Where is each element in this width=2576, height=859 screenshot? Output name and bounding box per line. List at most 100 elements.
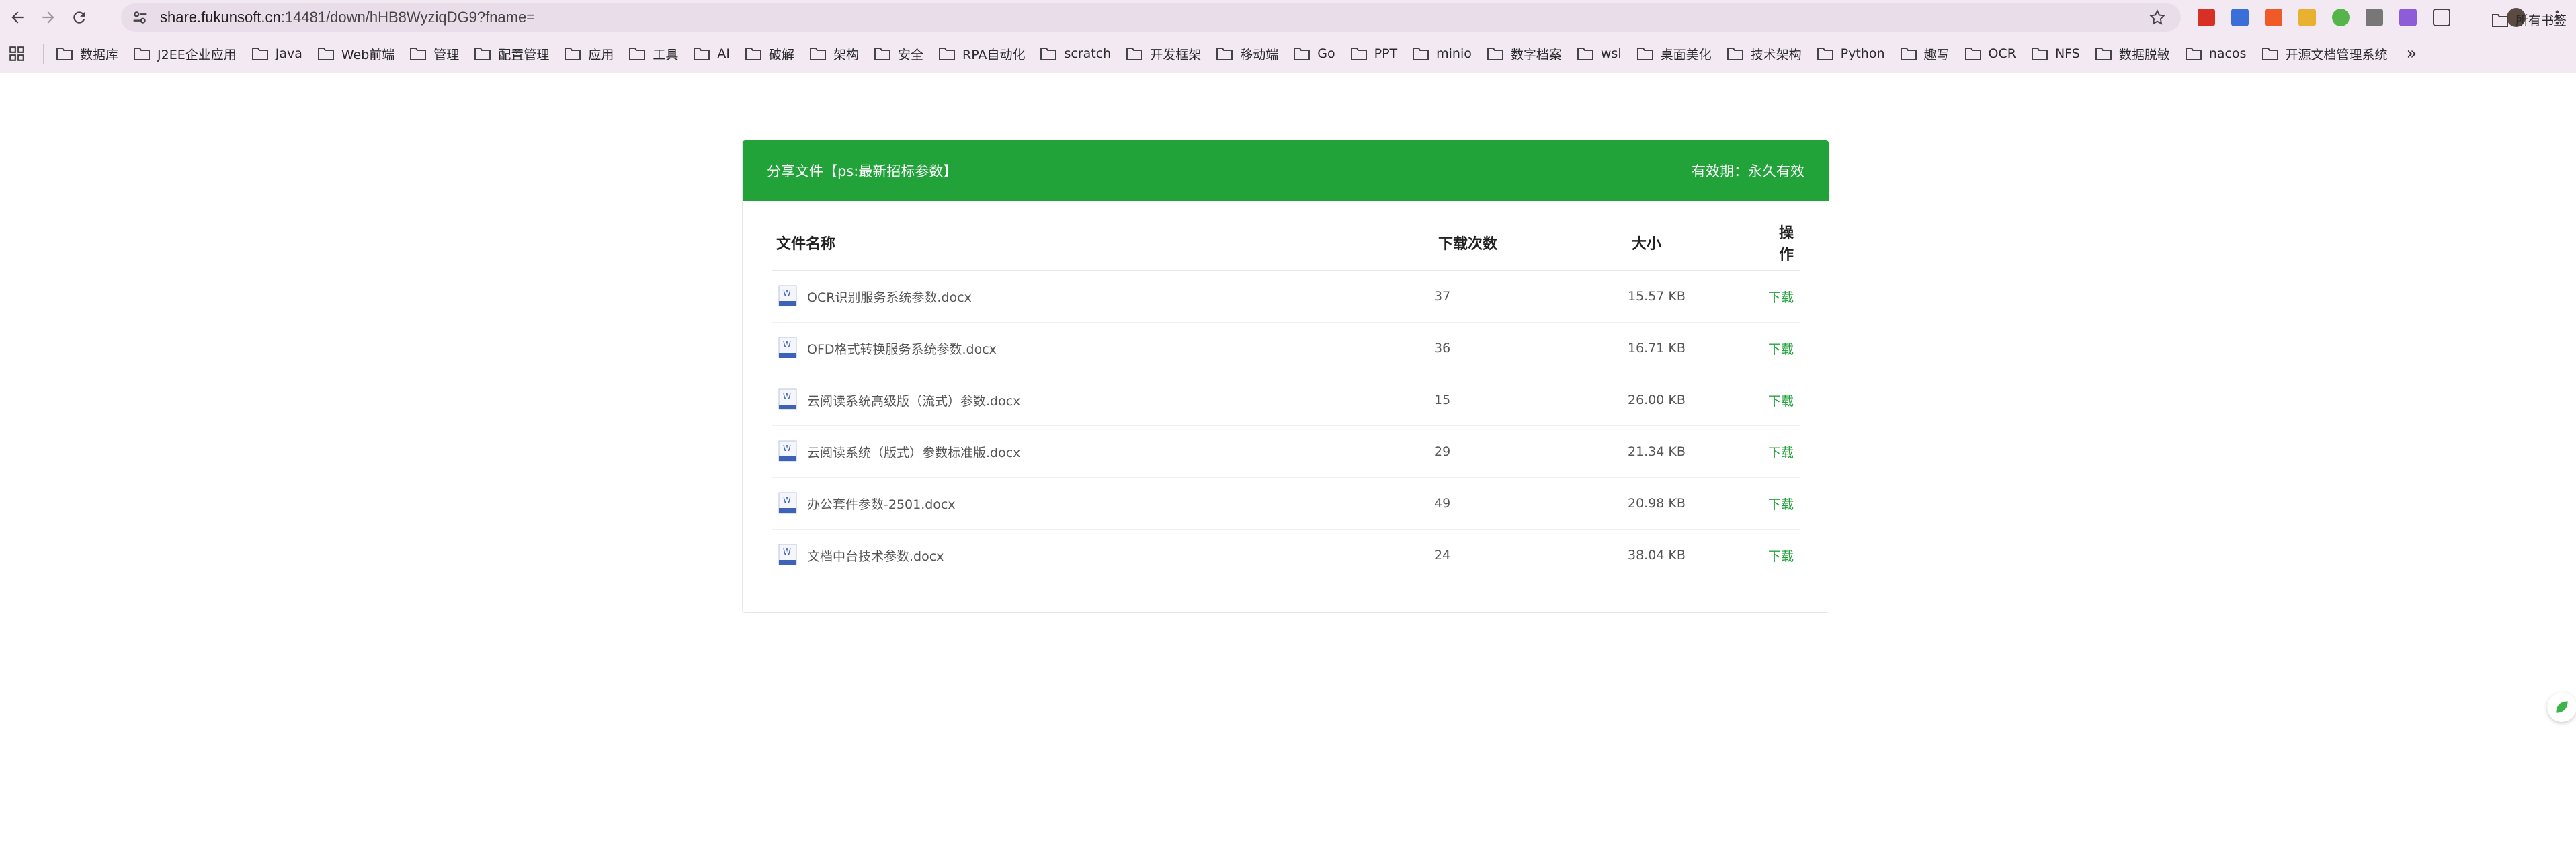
folder-icon	[2491, 13, 2508, 27]
file-name[interactable]: OCR识别服务系统参数.docx	[807, 288, 972, 306]
bookmark-folder[interactable]: 工具	[628, 45, 678, 63]
svg-text:W: W	[783, 340, 791, 350]
puzzle-icon[interactable]	[2433, 9, 2450, 26]
bookmark-folder[interactable]: Java	[251, 46, 302, 61]
bookmark-folder[interactable]: 移动端	[1216, 45, 1278, 63]
file-name-cell: W 云阅读系统高级版（流式）参数.docx	[772, 388, 1434, 411]
word-doc-icon: W	[778, 492, 797, 514]
download-link[interactable]: 下载	[1768, 342, 1794, 357]
download-cell: 下载	[1762, 391, 1800, 409]
folder-icon	[745, 48, 761, 60]
arrow-right-icon	[42, 11, 54, 24]
bookmark-folder[interactable]: 技术架构	[1727, 45, 1802, 63]
reload-button[interactable]	[66, 4, 93, 31]
bookmark-folder[interactable]: 数据脱敏	[2095, 45, 2170, 63]
folder-icon	[694, 48, 710, 60]
bookmark-label: 应用	[588, 47, 614, 63]
bookmark-folder[interactable]: 趣写	[1900, 45, 1950, 63]
file-name[interactable]: 文档中台技术参数.docx	[807, 546, 944, 565]
table-header: 文件名称 下载次数 大小 操作	[772, 216, 1800, 271]
download-cell: 下载	[1762, 546, 1800, 565]
bookmark-separator	[43, 44, 44, 64]
bookmark-folder[interactable]: 开发框架	[1126, 45, 1201, 63]
all-bookmarks[interactable]: 所有书签	[2491, 11, 2567, 29]
extension-blue-icon[interactable]	[2231, 9, 2249, 26]
download-link[interactable]: 下载	[1768, 549, 1794, 564]
extension-bookmark-icon[interactable]	[2265, 9, 2282, 26]
table-row: W OFD格式转换服务系统参数.docx 36 16.71 KB 下载	[772, 323, 1800, 374]
bookmark-folder[interactable]: RPA自动化	[938, 45, 1025, 63]
bookmark-folder[interactable]: OCR	[1964, 46, 2016, 61]
download-link[interactable]: 下载	[1768, 497, 1794, 512]
folder-icon	[1413, 48, 1429, 60]
url-text: share.fukunsoft.cn:14481/down/hHB8WyziqD…	[160, 9, 536, 26]
bookmark-folder[interactable]: nacos	[2185, 46, 2247, 61]
bookmarks-overflow-button[interactable]: »	[2407, 44, 2417, 64]
bookmark-folder[interactable]: minio	[1412, 46, 1472, 61]
bookmark-label: nacos	[2208, 46, 2247, 61]
share-header: 分享文件【ps:最新招标参数】 有效期：永久有效	[743, 140, 1829, 201]
svg-text:W: W	[783, 288, 791, 298]
bookmark-folder[interactable]: wsl	[1577, 46, 1622, 61]
download-count: 24	[1434, 548, 1451, 563]
folder-icon	[317, 48, 334, 60]
folder-icon	[1964, 48, 1981, 60]
folder-icon	[1577, 48, 1593, 60]
bookmark-folder[interactable]: PPT	[1350, 46, 1397, 61]
bookmark-folder[interactable]: 架构	[809, 45, 859, 63]
col-header-size: 大小	[1632, 236, 1662, 253]
file-size: 38.04 KB	[1628, 548, 1686, 563]
bookmark-star-icon[interactable]	[2149, 9, 2166, 26]
extension-yellow-icon[interactable]	[2298, 9, 2316, 26]
download-count: 49	[1434, 496, 1451, 511]
folder-icon	[1817, 48, 1833, 60]
bookmark-folder[interactable]: 安全	[874, 45, 923, 63]
bookmark-folder[interactable]: 破解	[745, 45, 794, 63]
extension-gray-icon[interactable]	[2366, 9, 2383, 26]
bookmark-folder[interactable]: Python	[1817, 46, 1885, 61]
svg-text:W: W	[783, 392, 791, 401]
bookmark-folder[interactable]: 开源文档管理系统	[2261, 45, 2388, 63]
download-link[interactable]: 下载	[1768, 446, 1794, 460]
bookmark-folder[interactable]: NFS	[2031, 46, 2080, 61]
extension-purple-icon[interactable]	[2399, 9, 2417, 26]
bookmark-folder[interactable]: 应用	[564, 45, 614, 63]
download-link[interactable]: 下载	[1768, 290, 1794, 305]
file-name[interactable]: OFD格式转换服务系统参数.docx	[807, 339, 997, 358]
back-button[interactable]	[4, 4, 31, 31]
table-row: W OCR识别服务系统参数.docx 37 15.57 KB 下载	[772, 271, 1800, 323]
bookmark-folder[interactable]: 管理	[409, 45, 459, 63]
address-bar[interactable]: share.fukunsoft.cn:14481/down/hHB8WyziqD…	[121, 3, 2181, 32]
folder-icon	[1487, 48, 1503, 60]
site-settings-icon[interactable]	[130, 8, 149, 27]
bookmark-folder[interactable]: 桌面美化	[1636, 45, 1712, 63]
bookmark-folder[interactable]: 配置管理	[474, 45, 549, 63]
col-header-count: 下载次数	[1438, 236, 1498, 253]
bookmark-folder[interactable]: 数字档案	[1487, 45, 1562, 63]
download-link[interactable]: 下载	[1768, 394, 1794, 409]
bookmark-label: 桌面美化	[1660, 47, 1712, 63]
bookmark-folder[interactable]: Go	[1293, 46, 1335, 61]
table-row: W 文档中台技术参数.docx 24 38.04 KB 下载	[772, 530, 1800, 581]
file-name[interactable]: 云阅读系统（版式）参数标准版.docx	[807, 443, 1020, 461]
bookmark-label: RPA自动化	[962, 47, 1026, 63]
bookmark-folder[interactable]: 数据库	[56, 45, 118, 63]
bookmark-label: wsl	[1600, 46, 1622, 61]
bookmark-label: Go	[1317, 46, 1335, 61]
extension-red-icon[interactable]	[2198, 9, 2215, 26]
bookmark-folder[interactable]: J2EE企业应用	[133, 45, 237, 63]
file-name[interactable]: 云阅读系统高级版（流式）参数.docx	[807, 391, 1020, 409]
file-name[interactable]: 办公套件参数-2501.docx	[807, 495, 956, 513]
bookmark-folder[interactable]: AI	[693, 46, 730, 61]
forward-button[interactable]	[35, 4, 62, 31]
extension-green-icon[interactable]	[2332, 9, 2350, 26]
side-assistant-button[interactable]	[2547, 692, 2576, 722]
bookmark-folder[interactable]: Web前端	[317, 45, 394, 63]
file-size: 15.57 KB	[1628, 289, 1686, 304]
download-count: 29	[1434, 444, 1451, 459]
apps-grid-icon[interactable]	[8, 45, 26, 63]
bookmark-label: 安全	[898, 47, 924, 63]
bookmark-label: 开发框架	[1150, 47, 1202, 63]
bookmark-folder[interactable]: scratch	[1040, 46, 1111, 61]
extensions-area	[2198, 7, 2466, 28]
